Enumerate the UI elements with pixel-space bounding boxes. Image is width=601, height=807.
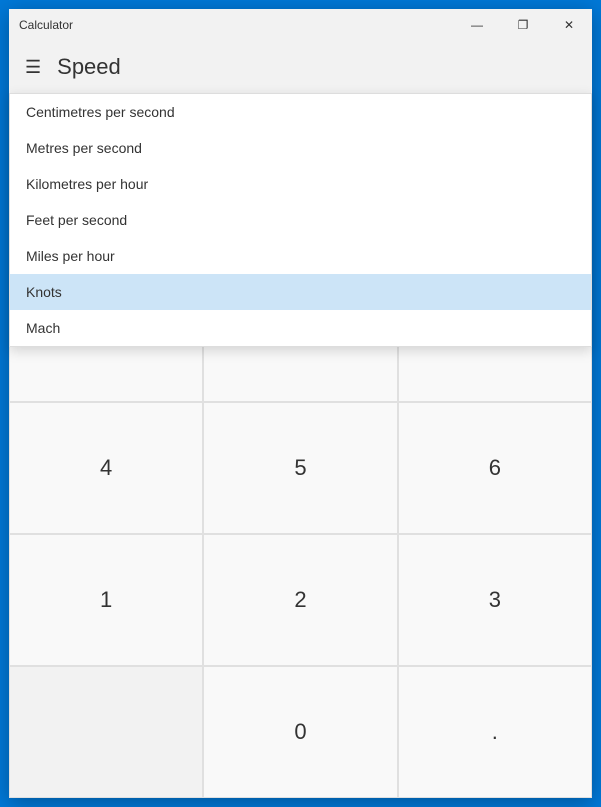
titlebar: Calculator — ❐ ✕ — [9, 9, 592, 41]
dropdown-item-mph[interactable]: Miles per hour — [10, 238, 591, 274]
dropdown-item-mach[interactable]: Mach — [10, 310, 591, 346]
key-empty-bottom-left — [9, 666, 203, 798]
window-title: Calculator — [19, 18, 73, 32]
dropdown-item-knots[interactable]: Knots — [10, 274, 591, 310]
key-6[interactable]: 6 — [398, 402, 592, 534]
maximize-button[interactable]: ❐ — [500, 9, 546, 41]
app-header: ☰ Speed — [9, 41, 592, 93]
key-0[interactable]: 0 — [203, 666, 397, 798]
dropdown-menu: Centimetres per second Metres per second… — [9, 93, 592, 347]
minimize-button[interactable]: — — [454, 9, 500, 41]
key-2[interactable]: 2 — [203, 534, 397, 666]
page-title: Speed — [57, 54, 121, 80]
dropdown-item-cms[interactable]: Centimetres per second — [10, 94, 591, 130]
titlebar-controls: — ❐ ✕ — [454, 9, 592, 41]
key-decimal[interactable]: . — [398, 666, 592, 798]
hamburger-icon[interactable]: ☰ — [25, 57, 41, 78]
dropdown-item-ms[interactable]: Metres per second — [10, 130, 591, 166]
calculator-window: Calculator — ❐ ✕ ☰ Speed Centimetres per… — [9, 9, 592, 798]
key-3[interactable]: 3 — [398, 534, 592, 666]
dropdown-item-fps[interactable]: Feet per second — [10, 202, 591, 238]
key-1[interactable]: 1 — [9, 534, 203, 666]
close-button[interactable]: ✕ — [546, 9, 592, 41]
key-4[interactable]: 4 — [9, 402, 203, 534]
dropdown-item-kmh[interactable]: Kilometres per hour — [10, 166, 591, 202]
key-5[interactable]: 5 — [203, 402, 397, 534]
